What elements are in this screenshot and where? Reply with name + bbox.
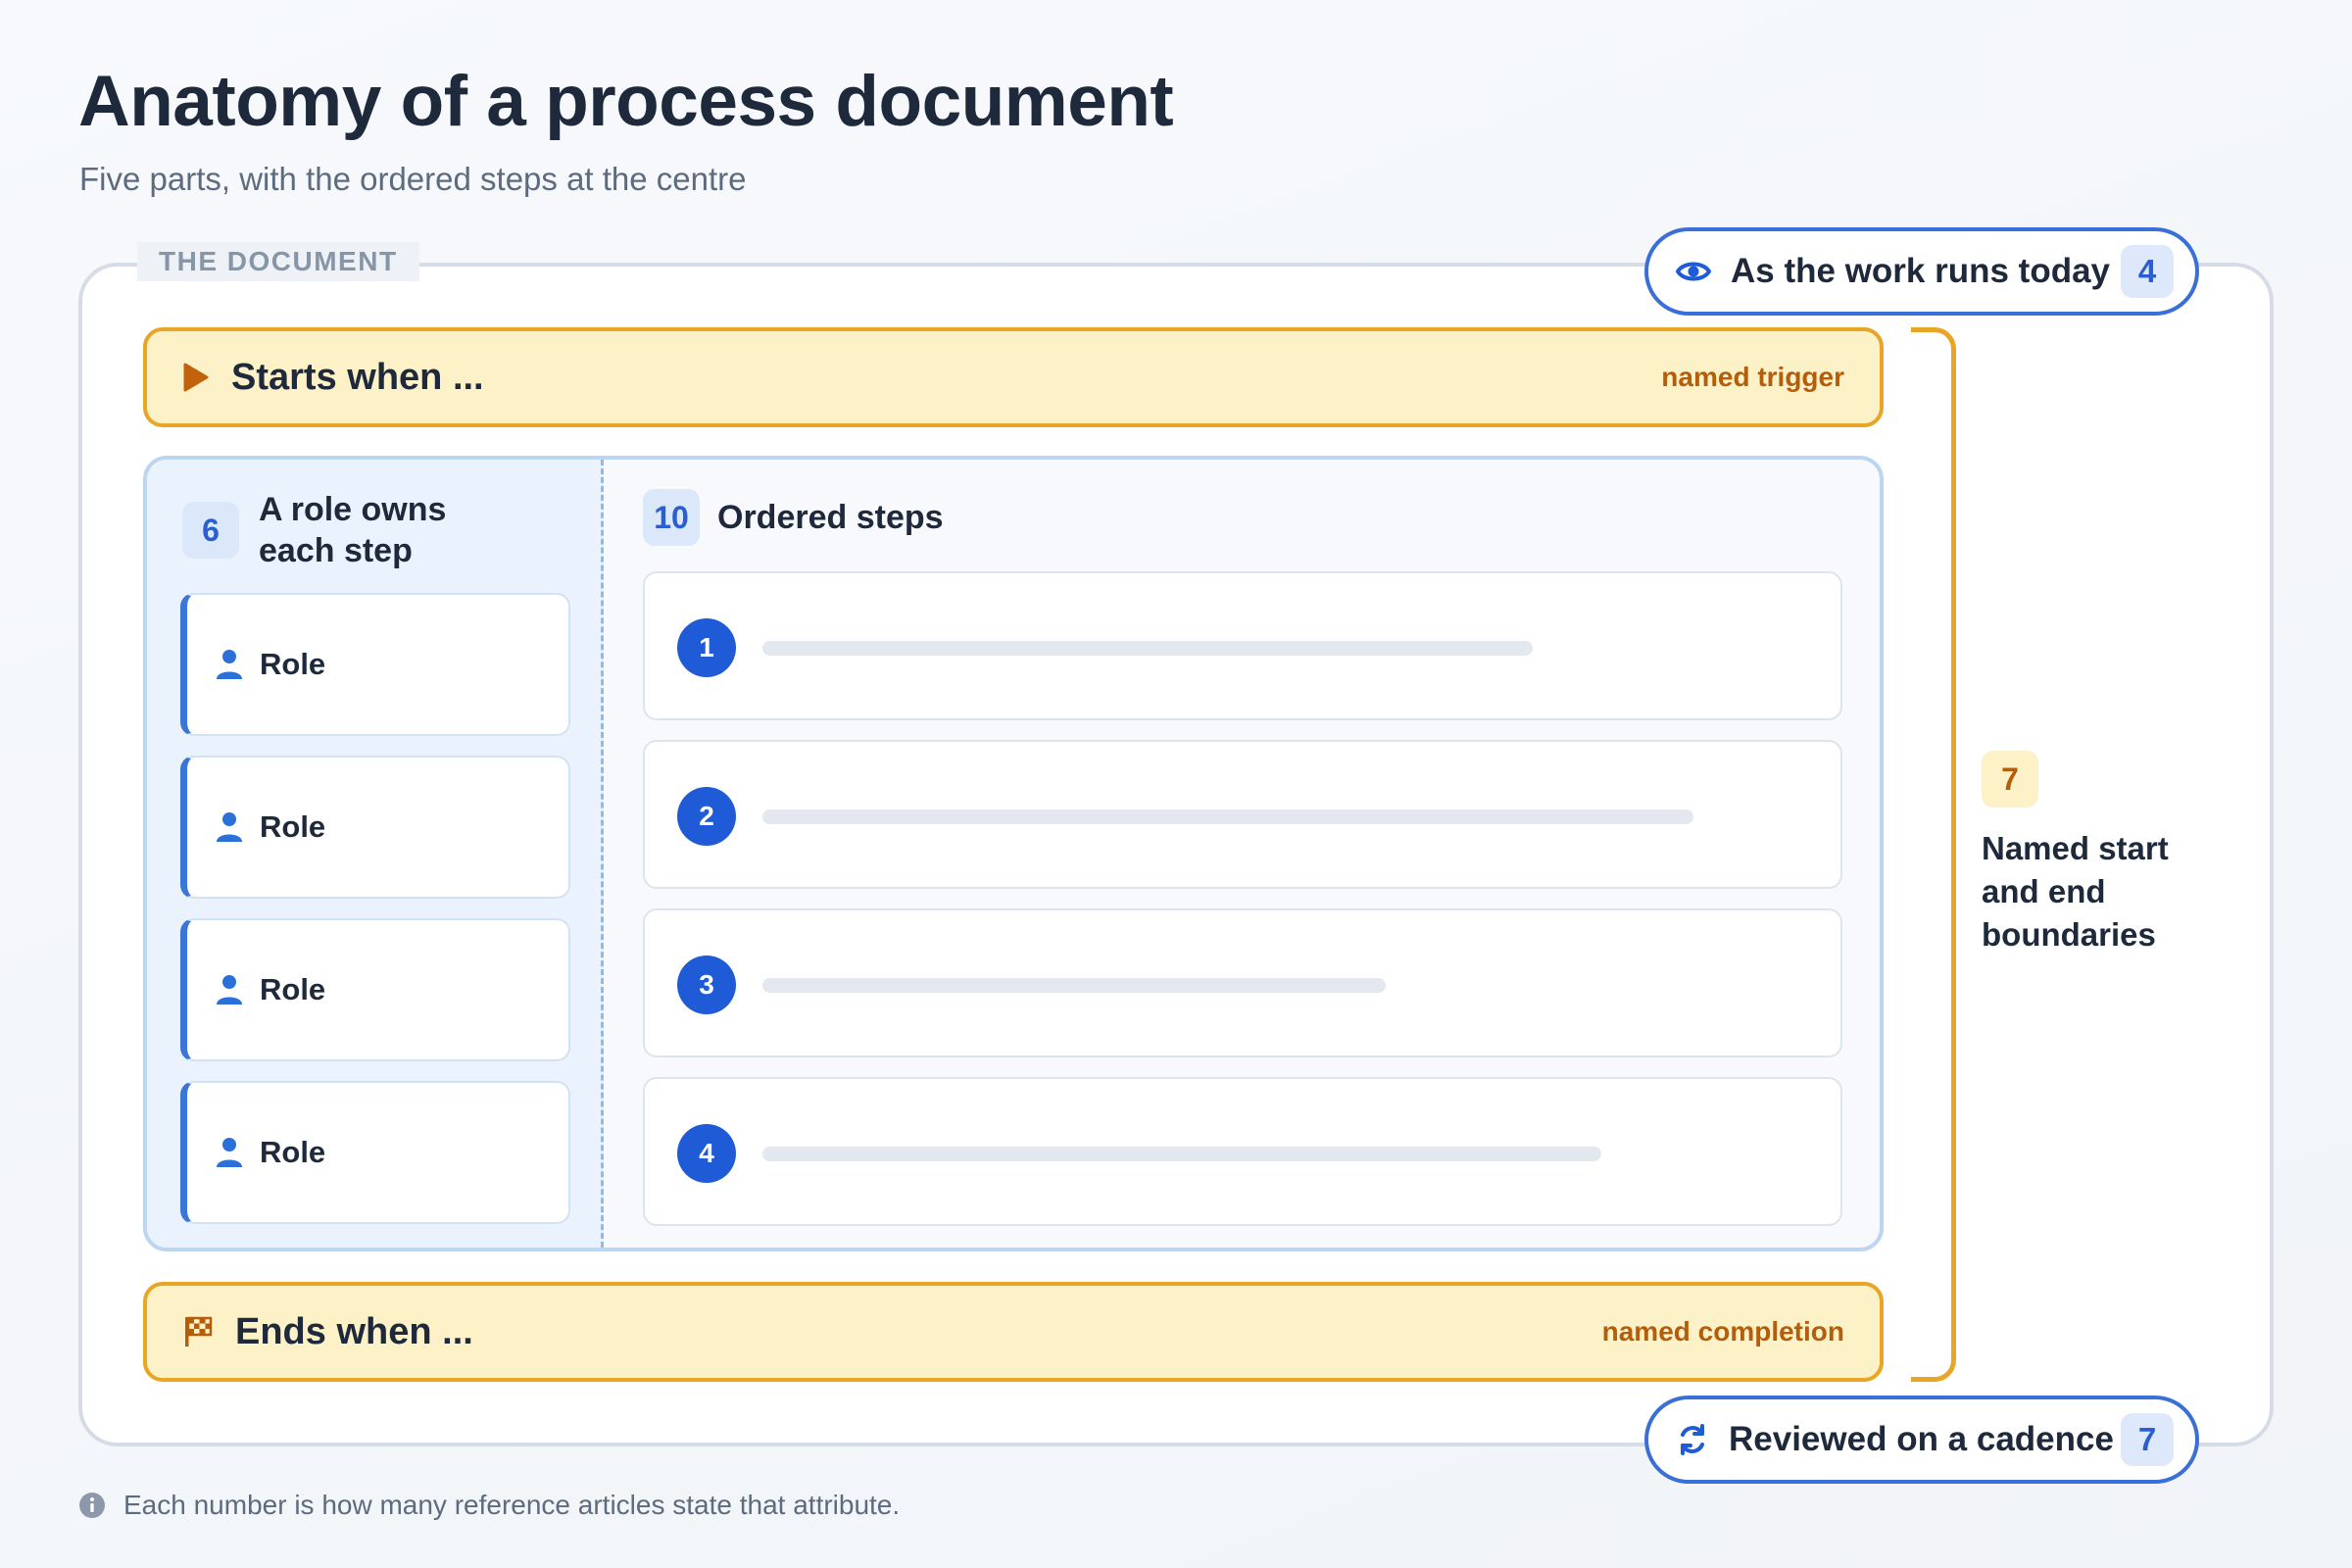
roles-count: 6	[182, 502, 239, 559]
step-placeholder-line	[762, 641, 1533, 656]
person-icon	[217, 650, 242, 679]
role-label: Role	[260, 1135, 326, 1169]
boundaries-label: Named start and end boundaries	[1982, 830, 2169, 953]
boundary-bracket	[1911, 327, 1956, 1382]
step-number-badge: 2	[677, 787, 736, 846]
callout-review-cadence: Reviewed on a cadence 7	[1644, 1396, 2199, 1484]
role-card: Role	[180, 918, 570, 1061]
callout-current-state: As the work runs today 4	[1644, 227, 2199, 316]
callout-current-state-label: As the work runs today	[1731, 252, 2111, 290]
completion-note: named completion	[1601, 1316, 1844, 1347]
eye-icon	[1676, 262, 1711, 281]
callout-current-state-count: 4	[2121, 245, 2174, 298]
step-card: 3	[643, 908, 1842, 1057]
trigger-bar: Starts when ... named trigger	[143, 327, 1884, 427]
step-number-badge: 1	[677, 618, 736, 677]
completion-bar: Ends when ... named completion	[143, 1282, 1884, 1382]
play-icon	[183, 363, 209, 392]
boundaries-count: 7	[1982, 751, 2038, 808]
role-card: Role	[180, 1081, 570, 1224]
role-label: Role	[260, 972, 326, 1006]
steps-header: 10 Ordered steps	[643, 489, 944, 546]
refresh-icon	[1681, 1424, 1704, 1455]
trigger-title: Starts when ...	[231, 356, 484, 398]
step-card: 4	[643, 1077, 1842, 1226]
callout-review-cadence-count: 7	[2121, 1413, 2174, 1466]
role-label: Role	[260, 647, 326, 681]
callout-review-cadence-label: Reviewed on a cadence	[1729, 1420, 2114, 1458]
roles-column: 6 A role owns each step Role Role Role R…	[147, 460, 604, 1248]
role-card: Role	[180, 593, 570, 736]
process-panel: 6 A role owns each step Role Role Role R…	[143, 456, 1884, 1251]
completion-title: Ends when ...	[235, 1310, 473, 1352]
steps-label: Ordered steps	[717, 498, 944, 536]
step-placeholder-line	[762, 1147, 1601, 1161]
page-subtitle: Five parts, with the ordered steps at th…	[79, 161, 747, 197]
person-icon	[217, 975, 242, 1004]
trigger-note: named trigger	[1661, 362, 1844, 392]
step-number-badge: 4	[677, 1124, 736, 1183]
role-card: Role	[180, 756, 570, 899]
role-label: Role	[260, 809, 326, 844]
footnote: Each number is how many reference articl…	[78, 1490, 900, 1521]
step-placeholder-line	[762, 809, 1693, 824]
checkered-flag-icon	[185, 1316, 213, 1347]
person-icon	[217, 812, 242, 842]
step-number-badge: 3	[677, 956, 736, 1014]
footnote-text: Each number is how many reference articl…	[123, 1490, 901, 1520]
document-tag: THE DOCUMENT	[137, 242, 419, 281]
step-card: 1	[643, 571, 1842, 720]
steps-count: 10	[643, 489, 700, 546]
roles-label: A role owns each step	[259, 491, 447, 569]
person-icon	[217, 1138, 242, 1167]
page-title: Anatomy of a process document	[78, 62, 1174, 141]
roles-header: 6 A role owns each step	[182, 489, 474, 571]
info-icon	[79, 1493, 105, 1518]
step-placeholder-line	[762, 978, 1386, 993]
step-card: 2	[643, 740, 1842, 889]
